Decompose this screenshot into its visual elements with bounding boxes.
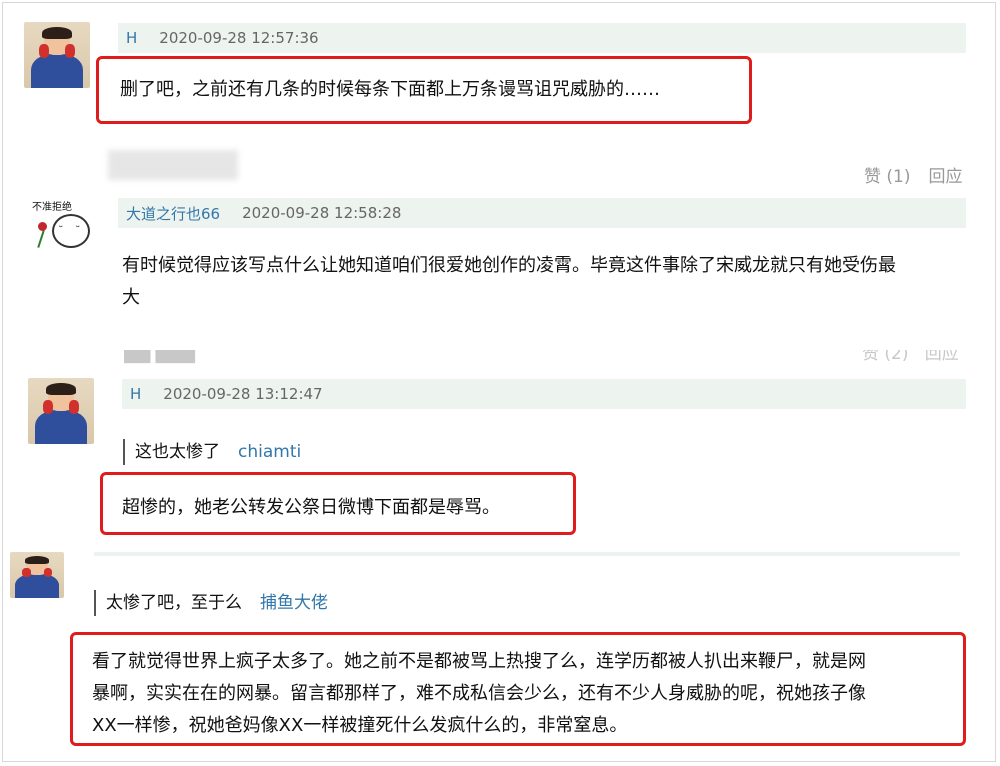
comment-actions: 赞 (1) 回应 bbox=[864, 162, 962, 187]
user-avatar-meme[interactable]: 不准拒绝 ˘ ˘ bbox=[28, 196, 96, 260]
divider bbox=[94, 552, 960, 556]
comment-meta-bar: 大道之行也66 2020-09-28 12:58:28 bbox=[118, 198, 966, 228]
quote-text: 太惨了吧，至于么 bbox=[106, 593, 242, 613]
quote-author[interactable]: 捕鱼大佬 bbox=[260, 593, 328, 613]
clipped-actions: 赞 (2) 回应 bbox=[862, 350, 959, 364]
comment-text: 超惨的，她老公转发公祭日微博下面都是辱骂。 bbox=[122, 497, 500, 518]
comment-meta-bar: H 2020-09-28 13:12:47 bbox=[122, 379, 966, 409]
comment-text-line: 看了就觉得世界上疯子太多了。她之前不是都被骂上热搜了么，连学历都被人扒出来鞭尸，… bbox=[92, 651, 866, 672]
blurred-username bbox=[108, 150, 238, 180]
quote-author[interactable]: chiamti bbox=[238, 442, 301, 462]
reply-button[interactable]: 回应 bbox=[928, 167, 962, 187]
comment-text: 删了吧，之前还有几条的时候每条下面都上万条谩骂诅咒威胁的…… bbox=[120, 79, 660, 100]
user-avatar-h[interactable] bbox=[28, 378, 94, 444]
quoted-comment: 这也太惨了 chiamti bbox=[123, 439, 301, 465]
comment-text-line: XX一样惨，祝她爸妈像XX一样被撞死什么发疯什么的，非常窒息。 bbox=[92, 715, 628, 736]
quoted-comment: 太惨了吧，至于么 捕鱼大佬 bbox=[94, 590, 328, 616]
comment-timestamp: 2020-09-28 13:12:47 bbox=[163, 385, 323, 403]
comment-author[interactable]: 大道之行也66 bbox=[126, 203, 220, 224]
comment-timestamp: 2020-09-28 12:58:28 bbox=[242, 204, 402, 222]
rose-icon bbox=[38, 222, 47, 231]
avatar-caption: 不准拒绝 bbox=[32, 202, 72, 213]
user-avatar-h[interactable] bbox=[24, 22, 90, 88]
quote-text: 这也太惨了 bbox=[135, 442, 220, 462]
comment-text-line: 有时候觉得应该写点什么让她知道咱们很爱她创作的凌霄。毕竟这件事除了宋威龙就只有她… bbox=[122, 255, 896, 276]
comment-author[interactable]: H bbox=[126, 29, 137, 47]
clipped-row: ▇▇ ▇▇▇ bbox=[124, 350, 195, 364]
user-avatar-h[interactable] bbox=[10, 552, 64, 598]
comment-timestamp: 2020-09-28 12:57:36 bbox=[159, 29, 319, 47]
comment-text-line: 暴啊，实实在在的网暴。留言都那样了，难不成私信会少么，还有不少人身威胁的呢，祝她… bbox=[92, 683, 866, 704]
comment-text-line: 大 bbox=[122, 287, 140, 308]
comment-author[interactable]: H bbox=[130, 385, 141, 403]
like-button[interactable]: 赞 (1) bbox=[864, 167, 910, 187]
comment-meta-bar: H 2020-09-28 12:57:36 bbox=[118, 23, 966, 53]
